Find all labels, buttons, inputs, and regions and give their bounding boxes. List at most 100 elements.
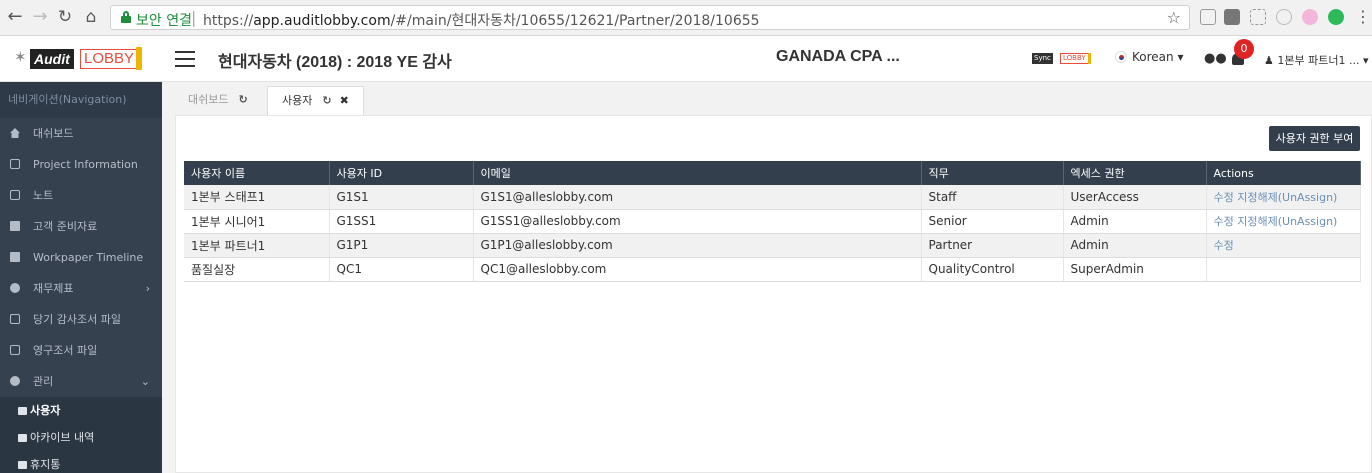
column-header-name[interactable]: 사용자 이름 <box>184 161 330 185</box>
cell-name: 1본부 시니어1 <box>184 209 330 234</box>
info-box-icon <box>10 159 20 169</box>
unassign-link[interactable]: 지정해제(UnAssign) <box>1237 215 1337 228</box>
extension-cast-icon[interactable] <box>1200 9 1216 25</box>
table-header-row: 사용자 이름 사용자 ID 이메일 직무 엑세스 권한 Actions <box>184 161 1361 185</box>
language-selector[interactable]: Korean ▾ <box>1115 50 1183 64</box>
main-content: 대쉬보드 ↻ 사용자 ↻ ✖ 사용자 권한 부여 사용자 이름 사용자 ID 이메일 … <box>162 82 1372 473</box>
logo-lobby-text: LOBBY <box>80 49 139 69</box>
sidebar-subitem-users[interactable]: 사용자 <box>0 397 162 424</box>
cell-actions: 수정 지정해제(UnAssign) <box>1206 209 1361 234</box>
note-icon <box>10 190 20 200</box>
edit-link[interactable]: 수정 <box>1214 215 1234 228</box>
cell-user-id: G1P1 <box>329 233 474 258</box>
cell-actions: 수정 지정해제(UnAssign) <box>1206 185 1361 210</box>
users-icon <box>18 407 27 415</box>
logo-figure-icon: ✶ <box>14 48 27 66</box>
refresh-icon[interactable]: ↻ <box>238 93 247 106</box>
edit-link[interactable]: 수정 <box>1214 239 1234 252</box>
bookmark-star-icon[interactable]: ☆ <box>1167 8 1181 27</box>
sidebar-item-workpaper-timeline[interactable]: Workpaper Timeline <box>0 242 162 273</box>
unassign-link[interactable]: 지정해제(UnAssign) <box>1237 191 1337 204</box>
share-icon <box>10 283 20 293</box>
grant-user-permission-button[interactable]: 사용자 권한 부여 <box>1269 126 1360 151</box>
sidebar-item-project-information[interactable]: Project Information <box>0 149 162 180</box>
chevron-down-icon: ⌄ <box>140 375 150 388</box>
secure-label: 보안 연결 <box>136 13 192 29</box>
firm-name: GANADA CPA ... <box>776 48 900 65</box>
sidebar-item-financial-statements[interactable]: 재무제표 › <box>0 273 162 304</box>
table-row[interactable]: 1본부 시니어1 G1SS1 G1SS1@alleslobby.com Seni… <box>184 209 1361 234</box>
browser-menu-icon[interactable]: ⋮ <box>1355 6 1371 28</box>
tab-bar: 대쉬보드 ↻ 사용자 ↻ ✖ <box>162 82 1372 115</box>
sidebar-subitem-archive[interactable]: 아카이브 내역 <box>0 424 162 451</box>
notification-badge[interactable]: 0 <box>1234 39 1254 59</box>
cell-user-id: G1S1 <box>329 185 474 210</box>
refresh-icon[interactable]: ↻ <box>322 94 331 107</box>
url-separator: | <box>191 8 197 27</box>
auditlobby-logo[interactable]: ✶ Audit LOBBY <box>14 46 149 72</box>
sidebar-item-client-materials[interactable]: 고객 준비자료 <box>0 211 162 242</box>
cell-access: SuperAdmin <box>1063 257 1207 282</box>
tab-dashboard[interactable]: 대쉬보드 ↻ <box>162 86 248 115</box>
cell-name: 1본부 파트너1 <box>184 233 330 258</box>
user-menu[interactable]: ♟ 1본부 파트너1 ... ▾ <box>1264 52 1368 68</box>
cell-actions <box>1206 257 1361 282</box>
app-header: ✶ Audit LOBBY 현대자동차 (2018) : 2018 YE 감사 … <box>0 36 1372 82</box>
sidebar-heading: 네비게이션(Navigation) <box>0 82 162 118</box>
engagement-title: 현대자동차 (2018) : 2018 YE 감사 <box>218 54 452 71</box>
reload-icon[interactable]: ↻ <box>56 8 74 26</box>
column-header-email[interactable]: 이메일 <box>473 161 922 185</box>
gear-icon <box>10 376 20 386</box>
cell-email: QC1@alleslobby.com <box>473 257 922 282</box>
lock-icon <box>121 11 131 23</box>
extension-capture-icon[interactable] <box>1250 9 1266 25</box>
cell-email: G1S1@alleslobby.com <box>473 185 922 210</box>
home-icon[interactable]: ⌂ <box>82 8 100 26</box>
logo-audit-text: Audit <box>30 49 74 69</box>
extension-radio-icon[interactable] <box>1302 9 1318 25</box>
table-row[interactable]: 1본부 파트너1 G1P1 G1P1@alleslobby.com Partne… <box>184 233 1361 258</box>
browser-toolbar: ← → ↻ ⌂ 보안 연결 | https://app.auditlobby.c… <box>0 0 1372 36</box>
table-row[interactable]: 품질실장 QC1 QC1@alleslobby.com QualityContr… <box>184 257 1361 282</box>
cell-role: QualityControl <box>921 257 1064 282</box>
column-header-role[interactable]: 직무 <box>921 161 1064 185</box>
cell-name: 1본부 스태프1 <box>184 185 330 210</box>
sidebar-item-dashboard[interactable]: 대쉬보드 <box>0 118 162 149</box>
tab-users[interactable]: 사용자 ↻ ✖ <box>267 86 364 115</box>
column-header-access[interactable]: 엑세스 권한 <box>1063 161 1207 185</box>
extension-clock-icon[interactable] <box>1276 9 1292 25</box>
column-header-user-id[interactable]: 사용자 ID <box>329 161 474 185</box>
cell-actions: 수정 <box>1206 233 1361 258</box>
cell-user-id: QC1 <box>329 257 474 282</box>
clone-icon <box>10 345 20 355</box>
sidebar-item-current-workpapers[interactable]: 당기 감사조서 파일 <box>0 304 162 335</box>
chevron-right-icon: › <box>145 282 150 295</box>
forward-icon[interactable]: → <box>31 8 49 26</box>
cell-name: 품질실장 <box>184 257 330 282</box>
extension-green-icon[interactable] <box>1328 9 1344 25</box>
back-icon[interactable]: ← <box>6 8 24 26</box>
cell-access: Admin <box>1063 233 1207 258</box>
url-text[interactable]: https://app.auditlobby.com/#/main/현대자동차/… <box>203 10 760 30</box>
trash-icon <box>18 461 27 469</box>
sidebar-item-permanent-files[interactable]: 영구조서 파일 <box>0 335 162 366</box>
table-row[interactable]: 1본부 스태프1 G1S1 G1S1@alleslobby.com Staff … <box>184 185 1361 210</box>
cell-role: Senior <box>921 209 1064 234</box>
sidebar-item-admin[interactable]: 관리 ⌄ <box>0 366 162 397</box>
cell-email: G1P1@alleslobby.com <box>473 233 922 258</box>
sync-lobby-logo[interactable]: Sync LOBBY <box>1022 53 1092 65</box>
extension-camera-icon[interactable] <box>1224 9 1240 25</box>
hamburger-menu-icon[interactable] <box>175 51 195 67</box>
archive-icon <box>18 434 27 442</box>
address-bar[interactable]: 보안 연결 | https://app.auditlobby.com/#/mai… <box>110 5 1190 30</box>
home-icon <box>10 128 20 138</box>
calendar-icon <box>10 252 20 262</box>
korea-flag-icon <box>1115 51 1127 63</box>
close-icon[interactable]: ✖ <box>340 94 349 107</box>
logo-pencil-icon <box>136 47 142 70</box>
cell-role: Staff <box>921 185 1064 210</box>
sidebar-item-notes[interactable]: 노트 <box>0 180 162 211</box>
edit-link[interactable]: 수정 <box>1214 191 1234 204</box>
users-icon[interactable]: ●● <box>1204 51 1227 66</box>
sidebar-subitem-trash[interactable]: 휴지통 <box>0 451 162 473</box>
